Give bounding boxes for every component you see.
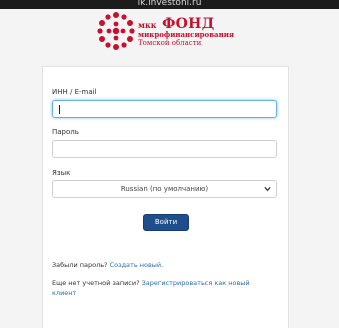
register-link-client[interactable]: клиент xyxy=(52,289,76,297)
logo-emblem-icon xyxy=(97,12,135,50)
logo-line-2: Томской области xyxy=(138,39,202,47)
login-button[interactable]: Войти xyxy=(143,214,189,231)
logo-line-1: микрофинансирования xyxy=(138,30,235,39)
no-account-text: Еще нет учетной записи? xyxy=(52,279,140,287)
language-selected-value: Russian (по умолчанию) xyxy=(120,185,209,193)
no-account-line: Еще нет учетной записи? Зарегистрировать… xyxy=(52,278,250,288)
chevron-down-icon xyxy=(264,186,271,192)
password-label: Пароль xyxy=(52,128,79,136)
register-link[interactable]: Зарегистрироваться как новый xyxy=(142,279,250,287)
forgot-password-text: Забыли пароль? xyxy=(52,261,108,269)
login-card: ИНН / E-mail Пароль Язык Russian (по умо… xyxy=(42,66,289,328)
register-link-continuation: клиент xyxy=(52,288,76,298)
browser-url: lk.investonl.ru xyxy=(137,0,202,8)
language-label: Язык xyxy=(52,169,71,177)
create-new-password-link[interactable]: Создать новый. xyxy=(110,261,164,269)
language-select[interactable]: Russian (по умолчанию) xyxy=(52,180,277,198)
forgot-password-line: Забыли пароль? Создать новый. xyxy=(52,260,163,270)
browser-url-bar: lk.investonl.ru xyxy=(0,0,339,9)
login-label: ИНН / E-mail xyxy=(52,88,97,96)
company-logo: мкк ФОНД микрофинансирования Томской обл… xyxy=(96,11,256,55)
text-caret xyxy=(59,105,60,114)
login-input[interactable] xyxy=(52,100,277,118)
password-input[interactable] xyxy=(52,140,277,158)
